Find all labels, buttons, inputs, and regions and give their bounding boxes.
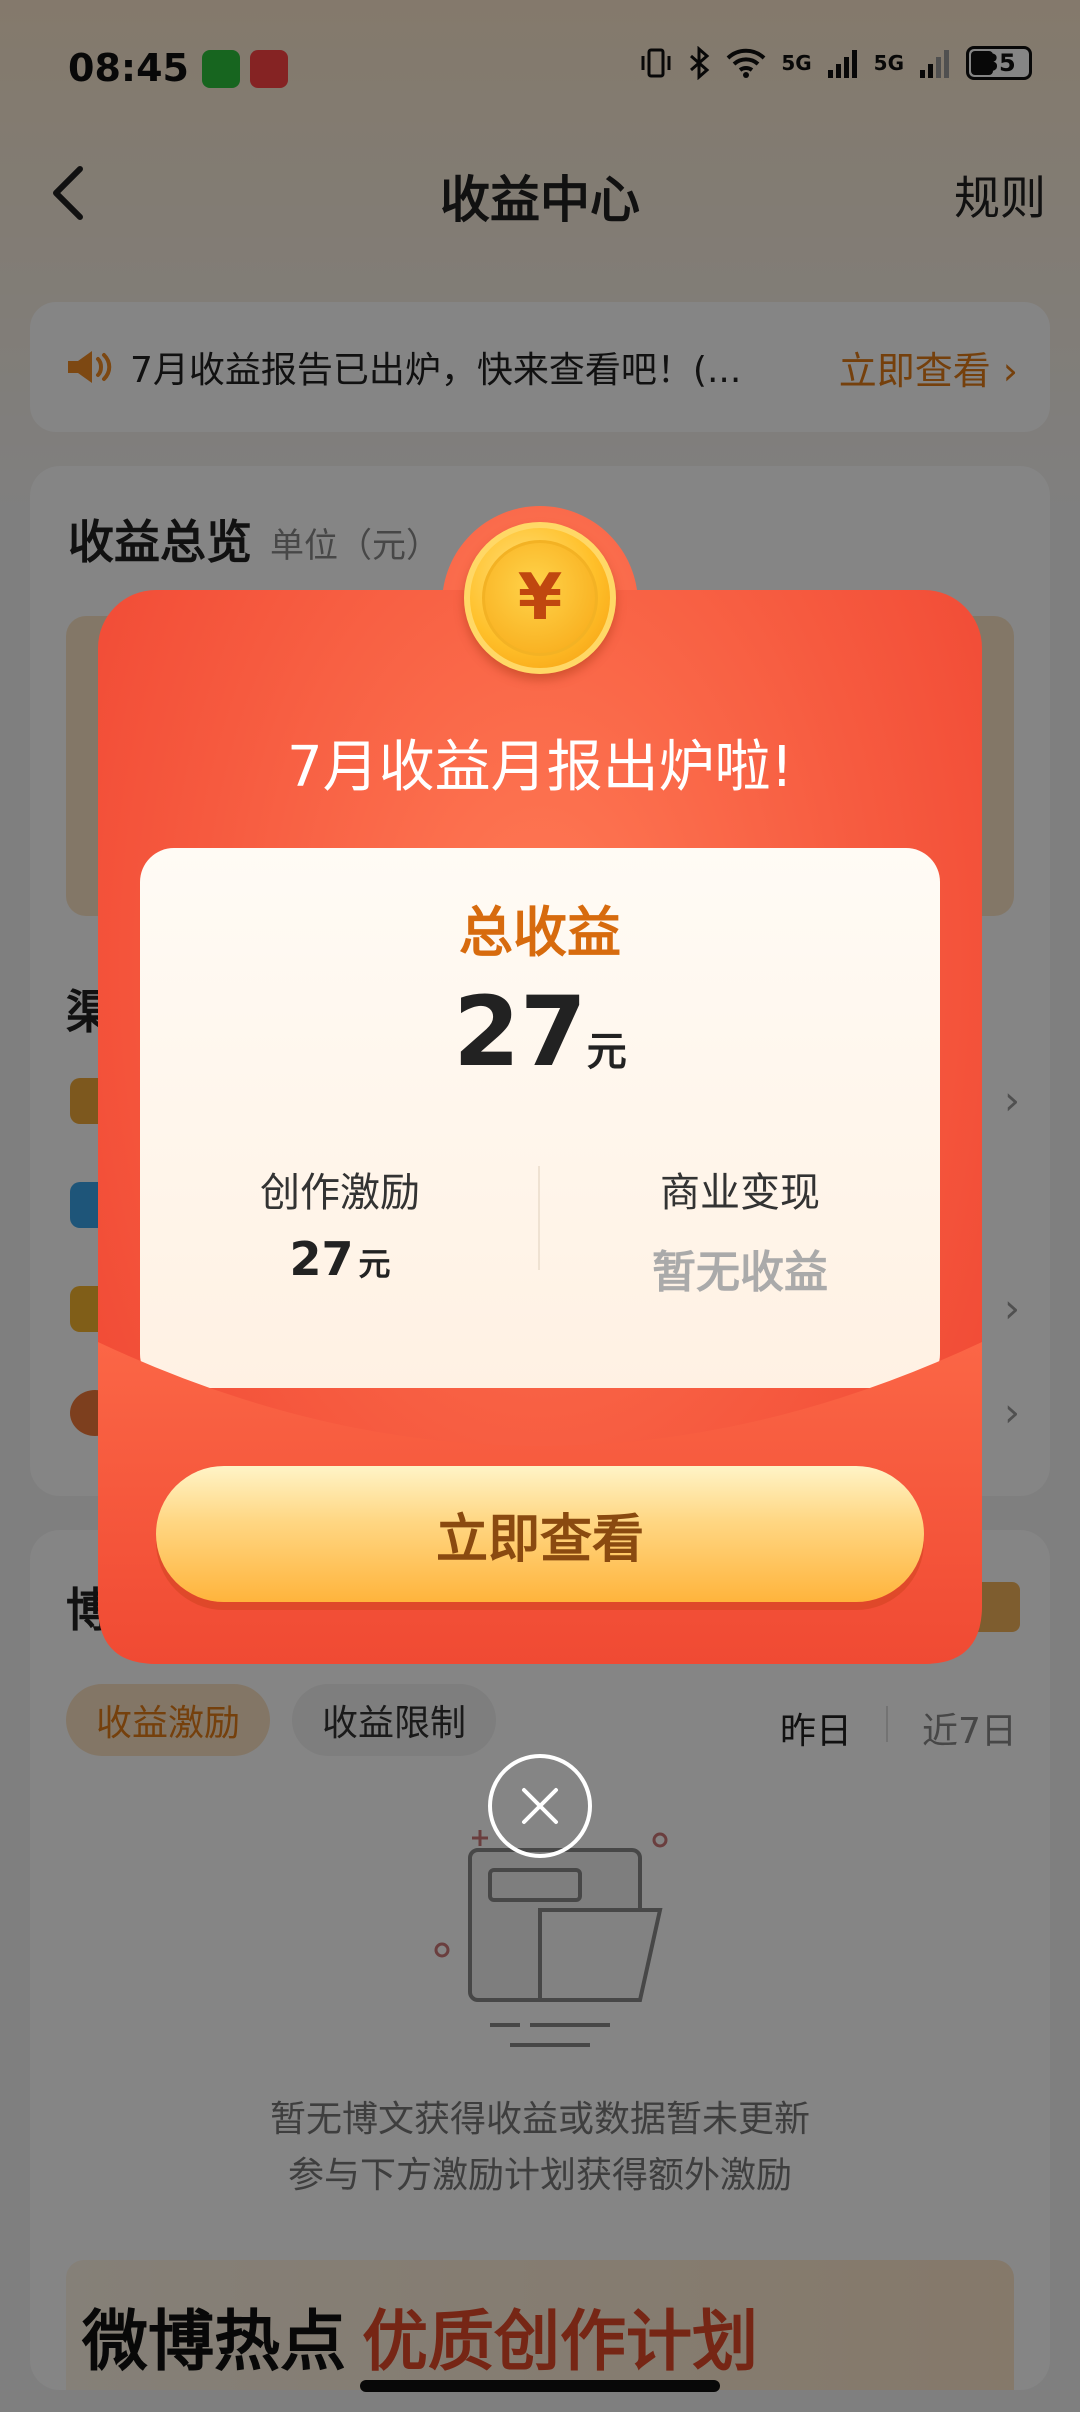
creation-incentive-number: 27 (289, 1232, 354, 1286)
monthly-report-modal: ¥ 7月收益月报出炉啦! 总收益 27元 创作激励 27 元 商业变现 暂无收益… (98, 506, 982, 1664)
commercial-monetization-label: 商业变现 (660, 1170, 820, 1216)
modal-headline: 7月收益月报出炉啦! (286, 735, 794, 800)
total-earnings-value: 27元 (140, 976, 940, 1088)
close-modal-button[interactable] (488, 1754, 592, 1858)
creation-incentive-value: 27 元 (140, 1232, 540, 1286)
creation-incentive-label: 创作激励 (260, 1170, 420, 1216)
view-now-button[interactable]: 立即查看 (156, 1466, 924, 1602)
yuan-coin-icon: ¥ (464, 522, 616, 674)
total-earnings-unit: 元 (586, 1029, 627, 1075)
total-earnings-number: 27 (453, 976, 587, 1088)
total-earnings-label: 总收益 (459, 901, 621, 964)
coin-symbol: ¥ (482, 540, 598, 656)
close-icon (522, 1788, 558, 1824)
creation-incentive-unit: 元 (358, 1245, 391, 1283)
